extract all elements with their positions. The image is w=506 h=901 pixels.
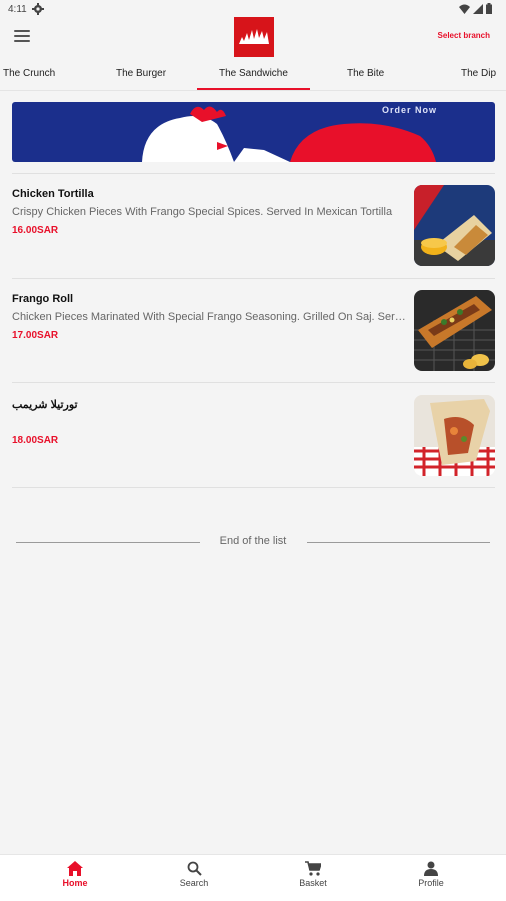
banner-cta: Order Now [381, 105, 437, 115]
menu-item[interactable]: Frango Roll Chicken Pieces Marinated Wit… [12, 290, 495, 378]
divider [12, 487, 495, 488]
battery-icon [486, 3, 492, 14]
tab-the-crunch[interactable]: The Crunch [3, 68, 55, 79]
item-photo-chicken-tortilla [414, 185, 495, 266]
nav-profile[interactable]: Profile [396, 861, 466, 888]
divider [12, 382, 495, 383]
person-icon [424, 861, 438, 876]
promo-banner[interactable]: Order Now [12, 102, 495, 162]
hamburger-icon-bar [14, 40, 30, 42]
nav-basket[interactable]: Basket [278, 861, 348, 888]
item-name: Chicken Tortilla [12, 188, 94, 200]
nav-label: Profile [418, 878, 444, 888]
separator-line [307, 542, 490, 543]
cart-icon [305, 861, 321, 876]
hamburger-icon-bar [14, 35, 30, 37]
end-of-list-separator: End of the list [16, 534, 490, 550]
active-tab-indicator [197, 88, 310, 90]
nav-label: Basket [299, 878, 327, 888]
menu-item[interactable]: Chicken Tortilla Crispy Chicken Pieces W… [12, 185, 495, 273]
nav-label: Search [179, 878, 209, 888]
category-tabs: The Crunch The Burger The Sandwiche The … [0, 60, 506, 91]
item-name: تورتيلا شريمب [12, 399, 78, 411]
search-icon [187, 861, 202, 876]
bottom-navigation: Home Search Basket Profile [0, 854, 506, 901]
signal-icon [473, 3, 483, 14]
divider [12, 278, 495, 279]
nav-label: Home [62, 878, 88, 888]
item-photo-frango-roll [414, 290, 495, 371]
tab-the-burger[interactable]: The Burger [116, 68, 166, 79]
hamburger-icon-bar [14, 30, 30, 32]
item-price: 16.00SAR [12, 225, 59, 236]
wifi-icon [459, 4, 470, 14]
tab-the-dip[interactable]: The Dip [461, 68, 496, 79]
item-description: Crispy Chicken Pieces With Frango Specia… [12, 206, 393, 218]
menu-button[interactable] [14, 30, 30, 44]
item-photo-shrimp-tortilla [414, 395, 495, 476]
home-icon [67, 861, 83, 876]
tab-the-sandwiche[interactable]: The Sandwiche [219, 68, 288, 79]
item-description: Chicken Pieces Marinated With Special Fr… [12, 311, 408, 323]
nav-search[interactable]: Search [159, 861, 229, 888]
tab-the-bite[interactable]: The Bite [347, 68, 384, 79]
app-header: Select branch [0, 17, 506, 60]
item-price: 17.00SAR [12, 330, 59, 341]
nav-home[interactable]: Home [40, 861, 110, 888]
item-price: 18.00SAR [12, 435, 59, 446]
settings-icon [32, 3, 44, 15]
select-branch-button[interactable]: Select branch [438, 31, 490, 40]
divider [12, 173, 495, 174]
brand-logo [234, 17, 274, 57]
status-time: 4:11 [8, 4, 27, 15]
menu-item[interactable]: تورتيلا شريمب 18.00SAR [12, 395, 495, 483]
end-of-list-text: End of the list [219, 535, 287, 547]
item-name: Frango Roll [12, 293, 74, 305]
